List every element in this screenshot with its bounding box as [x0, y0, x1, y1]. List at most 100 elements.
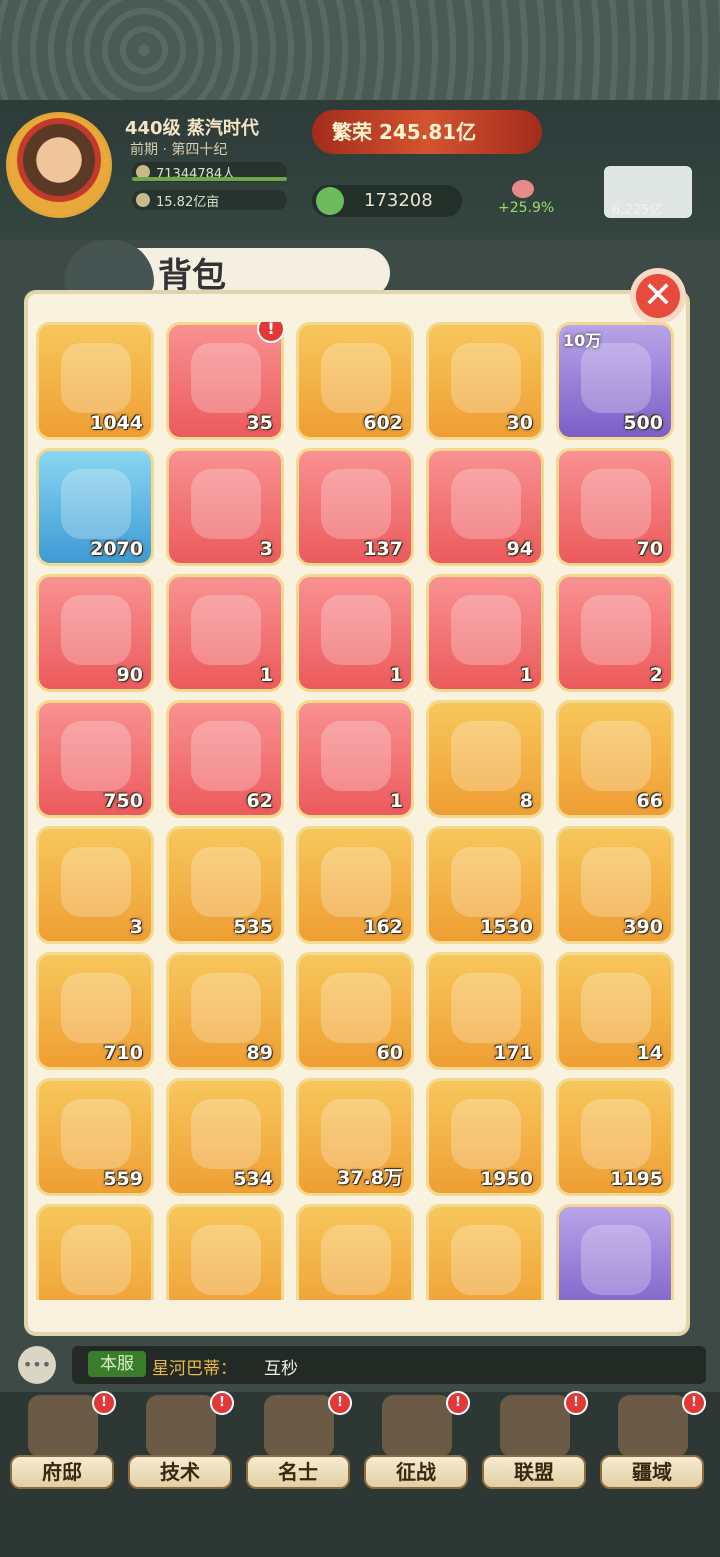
gear-orb-icon	[451, 595, 521, 665]
log-icon	[581, 721, 651, 791]
bag-item-slot[interactable]: 535	[166, 826, 284, 944]
nav-label: 疆域	[600, 1455, 704, 1489]
chat-button[interactable]: •••	[18, 1346, 56, 1384]
bag-item-slot[interactable]: 70	[556, 448, 674, 566]
alliance-icon	[500, 1395, 570, 1457]
bag-item-slot[interactable]	[296, 1204, 414, 1300]
technology-icon	[146, 1395, 216, 1457]
bag-item-slot[interactable]: 1	[426, 574, 544, 692]
bag-item-slot[interactable]: 1195	[556, 1078, 674, 1196]
item-count: 2	[649, 664, 663, 686]
jade-ring-icon	[191, 721, 261, 791]
bag-item-slot[interactable]: 14	[556, 952, 674, 1070]
bag-item-slot[interactable]: 137	[296, 448, 414, 566]
bag-item-slot[interactable]: 1	[296, 700, 414, 818]
bag-item-slot[interactable]: 390	[556, 826, 674, 944]
notification-badge-icon: !	[210, 1391, 234, 1415]
bag-item-slot[interactable]: 534	[166, 1078, 284, 1196]
item-count: 1	[519, 664, 533, 686]
item-count: 1950	[480, 1168, 533, 1190]
bag-item-slot[interactable]: 1	[296, 574, 414, 692]
bag-item-slot[interactable]: 602	[296, 322, 414, 440]
crossbow-scroll-icon	[581, 469, 651, 539]
ore-icon	[451, 847, 521, 917]
blue-card-icon	[61, 469, 131, 539]
bag-item-slot[interactable]	[556, 1204, 674, 1300]
nav-label: 征战	[364, 1455, 468, 1489]
tongbao-coin-icon	[61, 343, 131, 413]
bronze-beast-icon	[451, 1225, 521, 1295]
bag-item-slot[interactable]: 162	[296, 826, 414, 944]
item-count: 535	[233, 916, 273, 938]
close-button[interactable]: ✕	[630, 268, 686, 324]
change-card-icon	[321, 721, 391, 791]
bag-item-slot[interactable]: 37.8万	[296, 1078, 414, 1196]
bag-item-slot[interactable]: 559	[36, 1078, 154, 1196]
bag-item-slot[interactable]	[166, 1204, 284, 1300]
bag-item-slot[interactable]: 2070	[36, 448, 154, 566]
bag-item-slot[interactable]	[426, 1204, 544, 1300]
warrior-scroll-icon	[451, 469, 521, 539]
item-count: 171	[493, 1042, 533, 1064]
nav-button-3[interactable]: 征战!	[364, 1391, 470, 1495]
bag-item-slot[interactable]: 8	[426, 700, 544, 818]
hourglass-icon	[191, 847, 261, 917]
bag-item-slot[interactable]: 90	[36, 574, 154, 692]
item-count: 66	[636, 790, 663, 812]
bag-item-slot[interactable]: 60	[296, 952, 414, 1070]
dark-crystal-icon	[581, 1225, 651, 1295]
gold-counter[interactable]: 173208	[312, 185, 462, 217]
palette-icon	[191, 1225, 261, 1295]
bag-item-slot[interactable]: 1950	[426, 1078, 544, 1196]
bag-item-slot[interactable]: 750	[36, 700, 154, 818]
bag-item-slot[interactable]: 3	[36, 826, 154, 944]
scholar-icon	[264, 1395, 334, 1457]
item-count: 750	[103, 790, 143, 812]
notification-badge-icon: !	[92, 1391, 116, 1415]
item-count: 1	[389, 664, 403, 686]
bag-item-slot[interactable]: 1	[166, 574, 284, 692]
soldier-scroll-icon	[191, 595, 261, 665]
bag-item-slot[interactable]: 1530	[426, 826, 544, 944]
bag-item-slot[interactable]: 66	[556, 700, 674, 818]
bag-item-slot[interactable]: 30	[426, 322, 544, 440]
bag-item-slot[interactable]: 710	[36, 952, 154, 1070]
bag-item-slot[interactable]: 3	[166, 448, 284, 566]
nav-button-0[interactable]: 府邸!	[10, 1391, 116, 1495]
item-count: 2070	[90, 538, 143, 560]
item-count: 8	[519, 790, 533, 812]
golden-swirl-icon	[61, 721, 131, 791]
token-icon	[451, 1099, 521, 1169]
bag-item-slot[interactable]: 171	[426, 952, 544, 1070]
bag-item-slot[interactable]: 94	[426, 448, 544, 566]
bag-item-slot[interactable]: 62	[166, 700, 284, 818]
item-count: 1195	[610, 1168, 663, 1190]
bag-item-slot[interactable]: 1044	[36, 322, 154, 440]
bag-item-slot[interactable]	[36, 1204, 154, 1300]
nav-label: 技术	[128, 1455, 232, 1489]
bag-item-slot[interactable]: 10万 500	[556, 322, 674, 440]
bag-item-slot[interactable]: 2	[556, 574, 674, 692]
bag-item-slot[interactable]: 89	[166, 952, 284, 1070]
bag-item-slot[interactable]: 35!	[166, 322, 285, 440]
player-avatar[interactable]	[6, 112, 112, 218]
bag-grid[interactable]: 1044 35! 602 30 10万 500 2070 3 137 94 70 90 1 1 1 2 750 6…	[36, 322, 686, 1300]
nav-button-1[interactable]: 技术!	[128, 1391, 234, 1495]
territory-icon	[618, 1395, 688, 1457]
bun-icon	[191, 1099, 261, 1169]
flute-scroll-icon	[61, 595, 131, 665]
notification-badge-icon: !	[682, 1391, 706, 1415]
nav-button-5[interactable]: 疆域!	[600, 1391, 706, 1495]
population-fill	[132, 177, 287, 181]
population-bar: 71344784人	[132, 162, 287, 182]
coffee-beans-icon	[581, 343, 651, 413]
close-icon: ✕	[642, 275, 674, 316]
nav-button-4[interactable]: 联盟!	[482, 1391, 588, 1495]
blue-scroll-icon	[321, 343, 391, 413]
treasure-chest-icon	[191, 343, 261, 413]
chat-message: 互秒	[264, 1359, 298, 1379]
land-bar: 15.82亿亩	[132, 190, 287, 210]
prosperity-banner[interactable]: 繁荣 245.81亿	[312, 110, 542, 154]
nav-button-2[interactable]: 名士!	[246, 1391, 352, 1495]
flower-icon	[61, 847, 131, 917]
